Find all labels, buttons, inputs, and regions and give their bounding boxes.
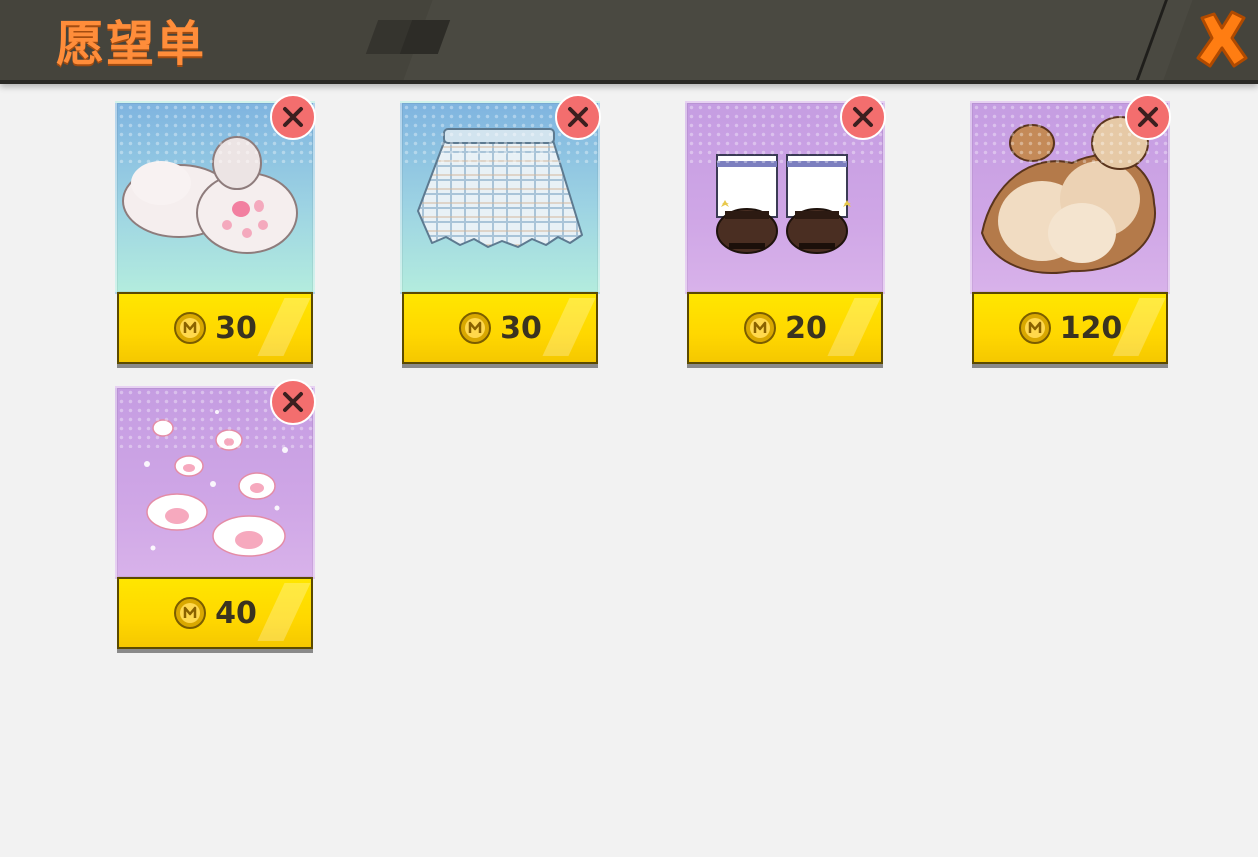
wishlist-item: 30 (115, 94, 316, 366)
remove-x-icon (555, 94, 601, 140)
wishlist-item: 40 (115, 379, 316, 651)
remove-item-button[interactable] (1124, 93, 1172, 141)
close-icon (1196, 10, 1248, 68)
remove-x-icon (270, 94, 316, 140)
buy-button[interactable]: 30 (402, 292, 598, 364)
remove-x-icon (270, 379, 316, 425)
m-coin-icon (1018, 312, 1051, 344)
wishlist-item: 30 (400, 94, 601, 366)
remove-x-icon (840, 94, 886, 140)
m-coin-icon (174, 597, 207, 629)
header-decoration (403, 0, 1193, 80)
item-price: 40 (215, 595, 257, 631)
remove-item-button[interactable] (269, 378, 317, 426)
close-button[interactable] (1190, 4, 1254, 74)
item-price: 20 (785, 310, 827, 346)
remove-item-button[interactable] (839, 93, 887, 141)
wishlist-item: 120 (970, 94, 1171, 366)
m-coin-icon (459, 312, 492, 344)
remove-item-button[interactable] (554, 93, 602, 141)
item-price: 30 (500, 310, 542, 346)
remove-item-button[interactable] (269, 93, 317, 141)
m-coin-icon (174, 312, 207, 344)
wishlist-item: 20 (685, 94, 886, 366)
buy-button[interactable]: 30 (117, 292, 313, 364)
page-title: 愿望单 (56, 16, 207, 72)
m-coin-icon (744, 312, 777, 344)
wishlist-header: 愿望单 (0, 0, 1258, 84)
buy-button[interactable]: 20 (687, 292, 883, 364)
item-price: 120 (1059, 310, 1123, 346)
buy-button[interactable]: 40 (117, 577, 313, 649)
buy-button[interactable]: 120 (972, 292, 1168, 364)
item-price: 30 (215, 310, 257, 346)
remove-x-icon (1125, 94, 1171, 140)
